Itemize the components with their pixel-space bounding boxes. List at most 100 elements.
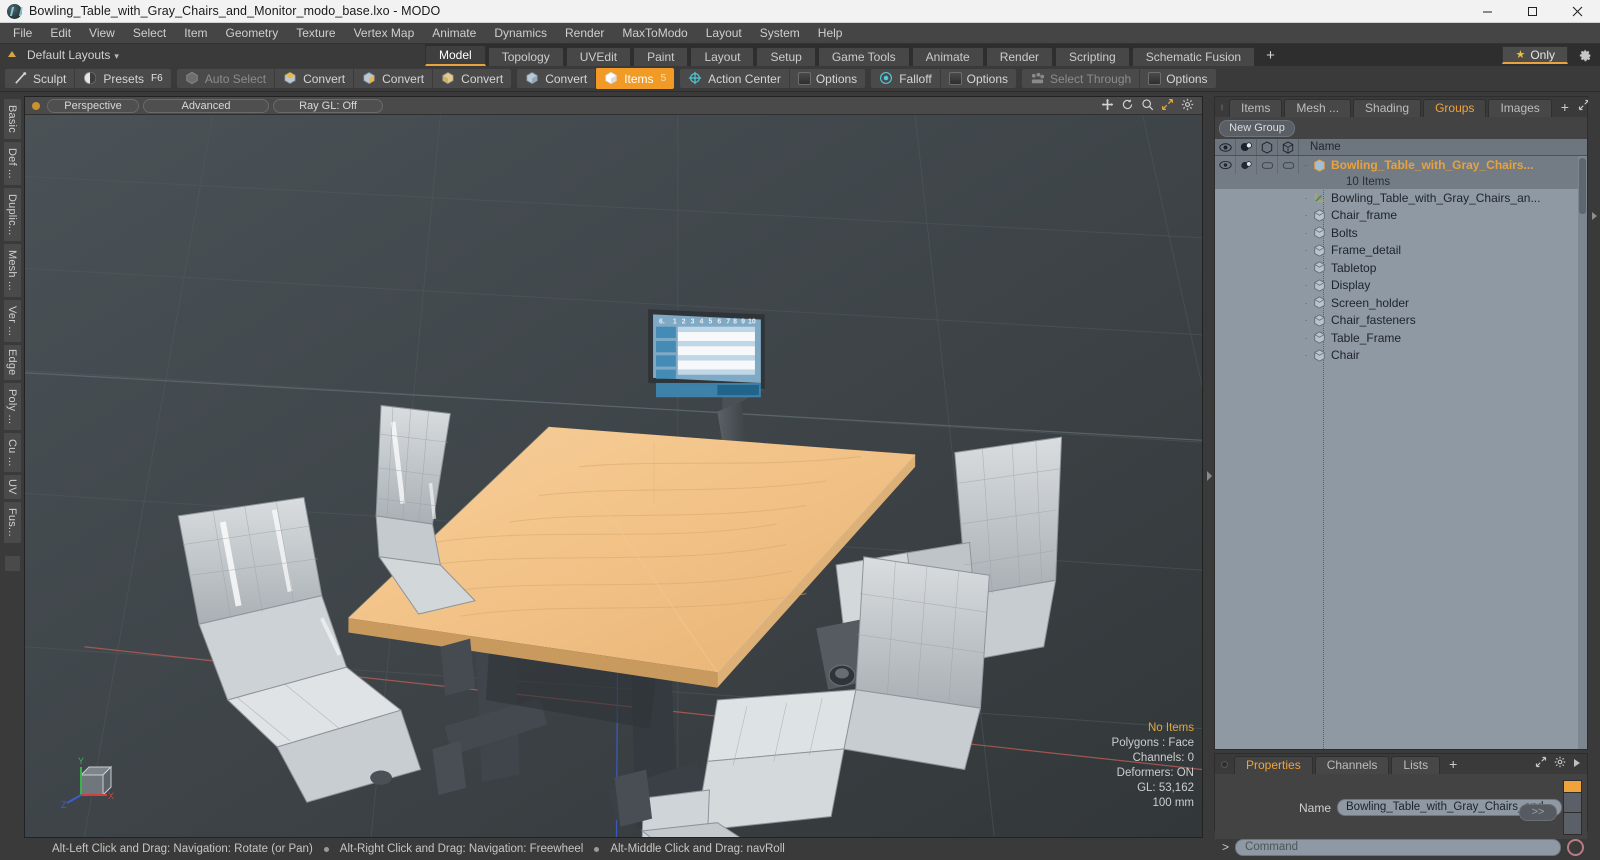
vtab-curve[interactable]: Cu ...	[2, 431, 22, 474]
add-properties-tab-button[interactable]: +	[1442, 756, 1464, 774]
viewport-raygl-toggle[interactable]: Ray GL: Off	[273, 98, 383, 113]
vtab-basic[interactable]: Basic	[2, 98, 22, 140]
tree-item-row[interactable]: · Table_Frame	[1215, 329, 1587, 347]
far-right-expand-arrow-icon[interactable]	[1591, 212, 1597, 220]
vtab-edge[interactable]: Edge	[2, 344, 22, 381]
menu-vertex-map[interactable]: Vertex Map	[345, 23, 424, 44]
menu-render[interactable]: Render	[556, 23, 613, 44]
column-header-visibility-icon[interactable]	[1215, 139, 1236, 155]
right-panel-resize-handle[interactable]	[1205, 92, 1214, 860]
convert-edge-button[interactable]: Convert	[353, 69, 432, 88]
maximize-button[interactable]	[1510, 0, 1555, 22]
row-render-toggle[interactable]	[1257, 156, 1278, 174]
convert-vertex-button[interactable]: Convert	[274, 69, 353, 88]
tree-item-row[interactable]: · Bowling_Table_with_Gray_Chairs_an...	[1215, 189, 1587, 207]
menu-edit[interactable]: Edit	[41, 23, 80, 44]
vtab-deform[interactable]: Def ...	[2, 140, 22, 186]
tree-item-row[interactable]: · Bolts	[1215, 224, 1587, 242]
color-swatch-tertiary[interactable]	[1563, 813, 1582, 835]
add-panel-tab-button[interactable]: +	[1554, 99, 1576, 117]
menu-system[interactable]: System	[751, 23, 809, 44]
sculpt-button[interactable]: Sculpt	[5, 69, 74, 88]
tab-schematic-fusion[interactable]: Schematic Fusion	[1131, 47, 1256, 66]
tab-model[interactable]: Model	[425, 45, 486, 66]
add-layout-tab-button[interactable]: +	[1257, 47, 1284, 66]
auto-select-button[interactable]: Auto Select	[177, 69, 274, 88]
rotate-icon[interactable]	[1121, 98, 1134, 114]
select-through-button[interactable]: Select Through	[1022, 69, 1139, 88]
tab-layout[interactable]: Layout	[690, 47, 755, 66]
row-wireframe-toggle[interactable]	[1278, 156, 1299, 174]
layout-preset-selector[interactable]: Default Layouts ▾	[20, 48, 119, 62]
tree-item-row[interactable]: · Tabletop	[1215, 259, 1587, 277]
expand-properties-button[interactable]: >>	[1519, 804, 1557, 821]
viewport-settings-gear-icon[interactable]	[1181, 98, 1194, 114]
groups-tree[interactable]: – Bowling_Table_with_Gray_Chairs... 10 I…	[1215, 156, 1587, 749]
tree-item-row[interactable]: · Chair_fasteners	[1215, 312, 1587, 330]
presets-button[interactable]: Presets F6	[74, 69, 170, 88]
only-toggle-button[interactable]: ★ Only	[1502, 46, 1568, 64]
row-visibility-toggle[interactable]	[1215, 156, 1236, 174]
viewport-canvas[interactable]: 6. 123 456 789 10	[25, 114, 1202, 837]
tab-uvedit[interactable]: UVEdit	[565, 47, 632, 66]
axis-gizmo[interactable]: Y X Z	[59, 749, 119, 810]
layout-settings-gear-icon[interactable]	[1576, 46, 1594, 64]
menu-texture[interactable]: Texture	[287, 23, 344, 44]
close-button[interactable]	[1555, 0, 1600, 22]
groups-tree-scrollbar[interactable]	[1578, 156, 1587, 749]
properties-panel-menu-dot-icon[interactable]	[1221, 761, 1228, 768]
column-header-shading-icon[interactable]	[1236, 139, 1257, 155]
panel-tab-properties[interactable]: Properties	[1234, 756, 1313, 774]
row-shading-toggle[interactable]	[1236, 156, 1257, 174]
menu-geometry[interactable]: Geometry	[217, 23, 288, 44]
properties-menu-arrow-icon[interactable]	[1573, 757, 1581, 771]
vtab-fusion[interactable]: Fus...	[2, 501, 22, 544]
zoom-icon[interactable]	[1141, 98, 1154, 114]
convert-item-button[interactable]: Convert	[517, 69, 595, 88]
viewport-menu-dot-icon[interactable]	[32, 101, 40, 110]
tab-game-tools[interactable]: Game Tools	[817, 47, 910, 66]
items-mode-button[interactable]: Items 5	[595, 68, 675, 89]
tab-render[interactable]: Render	[985, 47, 1054, 66]
groups-panel-menu-dot-icon[interactable]	[1221, 104, 1223, 111]
tree-group-row[interactable]: – Bowling_Table_with_Gray_Chairs...	[1215, 156, 1587, 174]
vtab-collapse-box[interactable]	[3, 554, 21, 572]
record-icon[interactable]	[1567, 838, 1584, 856]
tree-item-row[interactable]: · Screen_holder	[1215, 294, 1587, 312]
menu-view[interactable]: View	[80, 23, 124, 44]
vtab-duplicate[interactable]: Duplic...	[2, 186, 22, 243]
select-through-options-button[interactable]: Options	[1139, 69, 1215, 88]
minimize-button[interactable]	[1465, 0, 1510, 22]
menu-dynamics[interactable]: Dynamics	[485, 23, 556, 44]
tab-scripting[interactable]: Scripting	[1055, 47, 1130, 66]
vtab-vertex[interactable]: Ver ...	[2, 298, 22, 344]
expand-properties-icon[interactable]	[1535, 756, 1547, 771]
properties-settings-gear-icon[interactable]	[1554, 756, 1566, 771]
vtab-polygon[interactable]: Poly ...	[2, 381, 22, 431]
tree-item-row[interactable]: · Display	[1215, 277, 1587, 295]
panel-tab-groups[interactable]: Groups	[1423, 99, 1487, 117]
menu-select[interactable]: Select	[124, 23, 175, 44]
tree-item-row[interactable]: · Frame_detail	[1215, 242, 1587, 260]
viewport-shading-selector[interactable]: Advanced	[143, 98, 269, 113]
vtab-mesh[interactable]: Mesh ...	[2, 243, 22, 298]
falloff-button[interactable]: Falloff	[871, 69, 939, 88]
color-swatch-secondary[interactable]	[1563, 793, 1582, 813]
panel-tab-lists[interactable]: Lists	[1391, 756, 1441, 774]
action-center-button[interactable]: Action Center	[680, 69, 789, 88]
scrollbar-thumb[interactable]	[1579, 158, 1586, 214]
convert-polygon-button[interactable]: Convert	[432, 69, 511, 88]
action-center-options-button[interactable]: Options	[788, 69, 865, 88]
panel-tab-shading[interactable]: Shading	[1353, 99, 1422, 117]
fit-icon[interactable]	[1161, 98, 1174, 114]
menu-maxtomodo[interactable]: MaxToModo	[613, 23, 696, 44]
viewport-3d[interactable]: Perspective Advanced Ray GL: Off 6. 1 2 …	[24, 96, 1203, 838]
falloff-options-button[interactable]: Options	[939, 69, 1016, 88]
tree-item-row[interactable]: · Chair	[1215, 347, 1587, 365]
viewport-view-mode-selector[interactable]: Perspective	[47, 98, 139, 113]
column-header-render-icon[interactable]	[1257, 139, 1278, 155]
column-header-wireframe-icon[interactable]	[1278, 139, 1299, 155]
tab-paint[interactable]: Paint	[633, 47, 689, 66]
tab-topology[interactable]: Topology	[487, 47, 564, 66]
new-group-button[interactable]: New Group	[1219, 120, 1295, 137]
